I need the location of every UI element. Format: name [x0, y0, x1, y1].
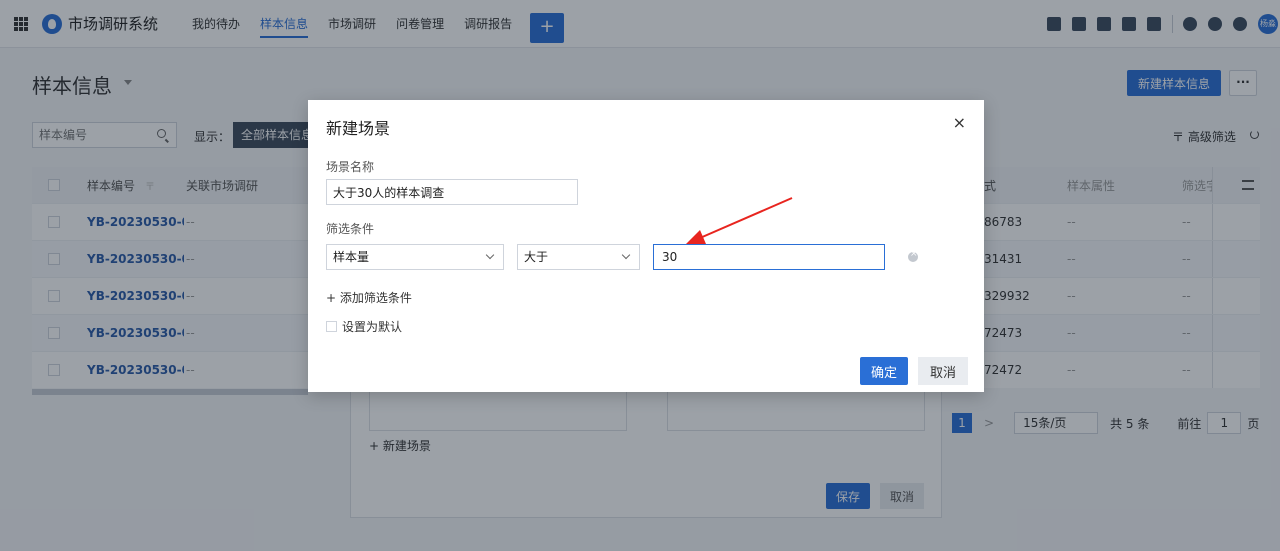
close-icon[interactable]: × [953, 113, 966, 132]
filter-condition-label: 筛选条件 [326, 222, 375, 236]
set-default-checkbox[interactable] [326, 321, 337, 332]
chevron-down-icon [621, 250, 631, 260]
scene-name-label: 场景名称 [326, 160, 375, 174]
remove-condition-icon[interactable] [908, 249, 918, 262]
new-scene-dialog: 新建场景 × 场景名称 筛选条件 样本量 大于 + 添加筛选条件 设置为默认 确… [308, 100, 984, 392]
set-default-label: 设置为默认 [342, 320, 403, 334]
operator-select-value: 大于 [524, 250, 549, 264]
field-select[interactable]: 样本量 [326, 244, 504, 270]
operator-select[interactable]: 大于 [517, 244, 640, 270]
confirm-button[interactable]: 确定 [860, 357, 908, 385]
field-select-value: 样本量 [333, 250, 370, 264]
dialog-cancel-button[interactable]: 取消 [918, 357, 968, 385]
dialog-title: 新建场景 [326, 119, 391, 138]
scene-name-input[interactable] [326, 179, 578, 205]
chevron-down-icon [485, 250, 495, 260]
condition-value-input[interactable] [653, 244, 885, 270]
set-default-option[interactable]: 设置为默认 [326, 318, 402, 335]
add-condition-link[interactable]: + 添加筛选条件 [326, 289, 412, 306]
